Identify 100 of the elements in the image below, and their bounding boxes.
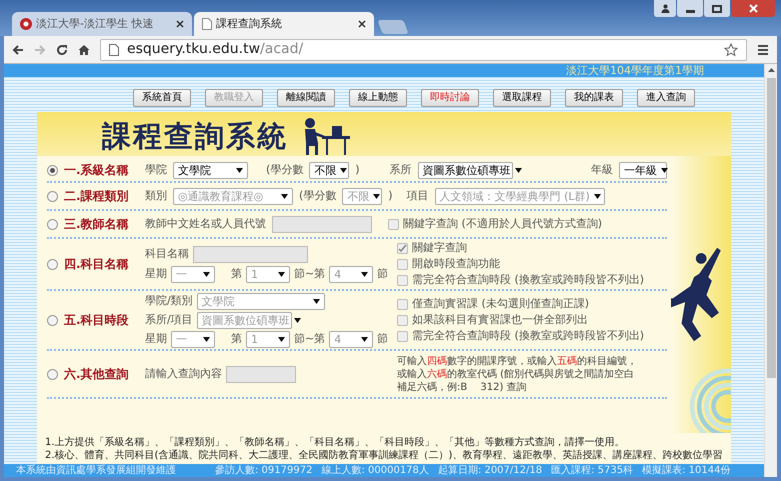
note-text: 1.上方提供「系級名稱」、「課程類別」、「教師名稱」、「科目名稱」、「科目時段」、「其他」等數種方式查詢，請擇一使用。 — [45, 437, 626, 449]
dropdown[interactable]: 一年級 — [619, 162, 667, 178]
stat-text: 模擬課表: 10144份 — [642, 466, 730, 476]
checkbox-label: 需完全符合查詢時段 (換教室或跨時段皆不列出) — [412, 329, 644, 343]
nav-button[interactable]: 系統首頁 — [133, 89, 191, 107]
star-icon[interactable] — [724, 42, 738, 56]
checkbox-label: 需完全符合查詢時段 (換教室或跨時段皆不列出) — [412, 273, 644, 287]
minimize-icon — [686, 10, 694, 13]
checkbox[interactable] — [397, 298, 408, 310]
field-label: 年級 — [591, 163, 613, 177]
forward-icon[interactable] — [34, 44, 46, 56]
radio-button[interactable] — [47, 258, 58, 270]
stat-text: 參訪人數: 09179972 — [215, 466, 312, 476]
dropdown[interactable]: 不限 — [309, 162, 350, 178]
nav-button[interactable]: 選取課程 — [493, 89, 551, 107]
section-label: 五.科目時段 — [64, 312, 129, 329]
emblem-icon — [20, 18, 32, 30]
caret-icon — [361, 336, 368, 342]
checkbox-label: 關鍵字查詢 — [412, 241, 467, 255]
dropdown[interactable]: 文學院 — [173, 162, 248, 178]
field-label: 第 — [231, 267, 242, 281]
browser-tab[interactable]: 淡江大學-淡江學生 快速 — [12, 12, 192, 36]
person-icon — [660, 4, 670, 13]
field-label: (學分數 — [266, 163, 304, 177]
input-field[interactable] — [226, 366, 296, 382]
close-window-button[interactable] — [731, 0, 775, 17]
page-icon — [109, 44, 119, 56]
caret-icon — [312, 298, 320, 304]
nav-button[interactable]: 離線閱讀 — [277, 89, 335, 107]
radio-button[interactable] — [47, 368, 58, 380]
checkbox-label: 僅查詢實習課 (未勾選則僅查詢正課) — [412, 297, 590, 311]
caret-icon — [236, 168, 243, 172]
field-label: 學院/類別 — [145, 294, 193, 308]
semester-text: 淡江大學104學年度第1學期 — [566, 65, 704, 76]
radio-button[interactable] — [47, 190, 58, 202]
minimize-button[interactable] — [677, 0, 703, 17]
field-label: 請輸入查詢內容 — [145, 367, 222, 381]
field-label: 科目名稱 — [145, 247, 189, 261]
note-text: 2.核心、體育、共同科目(含通識、院共同科、大二護理、全民國防教育軍事訓練課程（二）)、教育學程、遠距教學、英語授課、講座課程、跨校數位學習 — [45, 450, 723, 462]
reload-icon[interactable] — [56, 44, 68, 56]
stat-text: 線上人數: 00000178人 — [321, 466, 429, 476]
dropdown[interactable]: 4 — [329, 330, 374, 348]
radio-button[interactable] — [47, 314, 58, 326]
stat-text: 起算日期: 2007/12/18 — [438, 466, 542, 476]
dropdown[interactable]: 文學院 — [196, 292, 325, 310]
field-label: 節~第 — [294, 332, 326, 346]
dropdown[interactable]: 一 — [171, 330, 215, 348]
dropdown[interactable]: 4 — [329, 266, 374, 282]
radio-button[interactable] — [47, 164, 58, 176]
maximize-button[interactable] — [704, 0, 730, 17]
field-label: ) — [355, 163, 360, 177]
new-tab-button[interactable] — [377, 20, 409, 34]
nav-button[interactable]: 我的課表 — [565, 89, 623, 107]
checkbox[interactable] — [397, 330, 408, 342]
user-button[interactable] — [654, 0, 676, 17]
caret-icon — [661, 168, 668, 172]
field-label: 星期 — [145, 332, 167, 346]
caret-icon — [281, 194, 288, 198]
field-label: 系所 — [390, 163, 412, 177]
dropdown[interactable]: 一 — [171, 266, 215, 282]
section-label: 三.教師名稱 — [64, 216, 129, 233]
field-label: 類別 — [145, 189, 167, 203]
section-label: 四.科目名稱 — [64, 256, 129, 273]
radio-button[interactable] — [47, 218, 58, 230]
home-icon[interactable] — [78, 44, 90, 56]
nav-button[interactable]: 即時討論 — [421, 89, 479, 107]
dropdown[interactable]: 人文領域：文學經典學門 (L群) — [434, 188, 605, 204]
dropdown[interactable]: 1 — [246, 330, 290, 348]
checkbox[interactable] — [388, 218, 399, 230]
checkbox[interactable] — [397, 314, 408, 326]
query-hint: 可輸入四碼數字的開課序號，或輸入五碼的科目編號，或輸入六碼的教室代碼 (館別代碼與房號之間請加空白補足六碼，例:B 312) 查詢 — [397, 354, 637, 394]
browser-tab[interactable]: 課程查詢系統 — [194, 12, 374, 36]
dropdown[interactable]: 不限 — [342, 188, 382, 204]
checkbox[interactable] — [397, 258, 408, 270]
checkbox[interactable] — [397, 274, 408, 286]
input-field[interactable] — [272, 216, 372, 232]
field-label: 項目 — [406, 189, 429, 203]
checkbox[interactable] — [397, 242, 408, 254]
caret-icon — [361, 272, 368, 276]
dropdown[interactable]: ◎通識教育課程◎ — [173, 188, 293, 204]
menu-icon[interactable] — [757, 44, 769, 56]
caret-icon — [203, 336, 210, 342]
close-icon[interactable] — [176, 20, 184, 28]
scrollbar[interactable] — [764, 64, 777, 477]
field-label: 系所/項目 — [145, 313, 193, 327]
caret-icon — [294, 318, 301, 322]
checkbox-label: 如果該科目有實習課也一併全部列出 — [412, 313, 588, 327]
caret-icon — [373, 194, 380, 198]
address-bar[interactable]: esquery.tku.edu.tw/acad/ — [100, 38, 747, 60]
nav-button[interactable]: 線上動態 — [349, 89, 407, 107]
dropdown[interactable]: 1 — [246, 266, 290, 282]
field-label: ) — [388, 189, 393, 203]
caret-icon — [203, 272, 210, 276]
back-icon[interactable] — [12, 44, 24, 56]
caret-icon — [514, 168, 522, 172]
credit-text: 本系統由資訊處學系發展組開發維護 — [16, 466, 176, 476]
field-label: 節 — [377, 332, 388, 346]
close-icon[interactable] — [358, 20, 366, 28]
input-field[interactable] — [193, 246, 308, 262]
nav-button[interactable]: 進入查詢 — [637, 89, 695, 107]
